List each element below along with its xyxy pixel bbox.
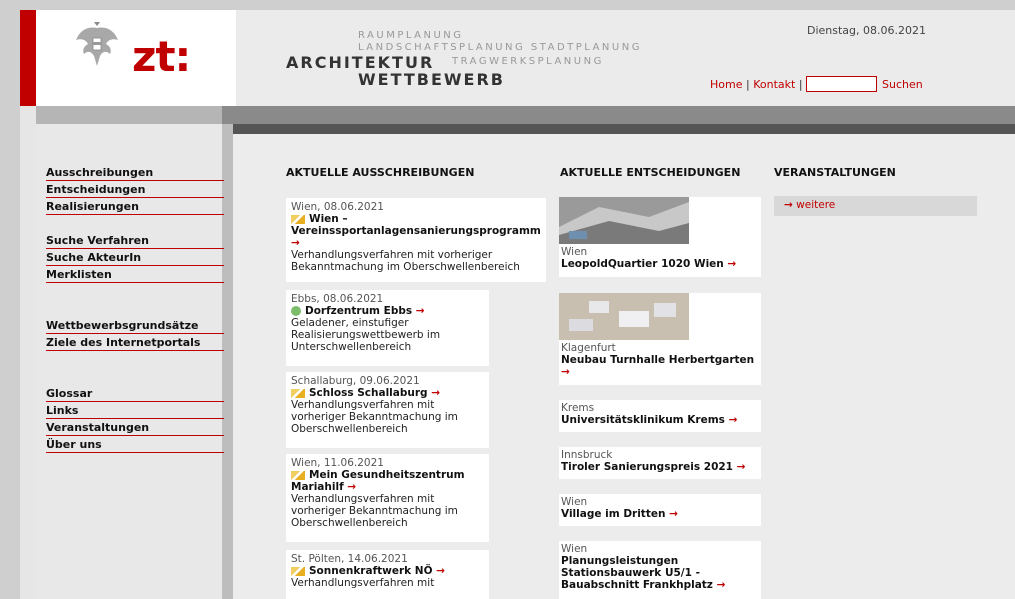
card-description: Verhandlungsverfahren mit vorheriger Bek… xyxy=(291,399,458,435)
card-title: Neubau Turnhalle Herbertgarten xyxy=(561,354,755,366)
entscheidungen-heading: AKTUELLE ENTSCHEIDUNGEN xyxy=(560,166,741,179)
arrow-icon: → xyxy=(716,579,726,591)
sidebar-item-suche-verfahren[interactable]: Suche Verfahren xyxy=(46,232,224,249)
header-raumplanung: RAUMPLANUNG xyxy=(358,30,464,41)
card-title: LeopoldQuartier 1020 Wien xyxy=(561,258,724,270)
veranstaltungen-weitere-link[interactable]: → weitere xyxy=(774,196,977,216)
search-button[interactable]: Suchen xyxy=(882,78,923,91)
arrow-icon: → xyxy=(436,565,445,577)
zt-logo-text: zt: xyxy=(132,32,191,81)
sidebar-item-ziele[interactable]: Ziele des Internetportals xyxy=(46,334,224,351)
entscheidung-card[interactable]: Wien LeopoldQuartier 1020 Wien → xyxy=(559,197,761,277)
card-title: Village im Dritten xyxy=(561,508,666,520)
sidebar-nav: Ausschreibungen Entscheidungen Realisier… xyxy=(46,164,224,453)
current-date: Dienstag, 08.06.2021 xyxy=(807,24,927,37)
pin-icon xyxy=(291,566,305,576)
ausschreibung-card[interactable]: St. Pölten, 14.06.2021 Sonnenkraftwerk N… xyxy=(286,550,489,599)
header-bar-left xyxy=(36,106,222,124)
arrow-icon: → xyxy=(415,305,425,317)
card-description: Geladener, einstufiger Realisierungswett… xyxy=(291,317,441,353)
sidebar-item-merklisten[interactable]: Merklisten xyxy=(46,266,224,283)
top-links: Home | Kontakt | xyxy=(710,78,803,91)
card-location: Wien xyxy=(561,246,588,258)
sidebar-item-ueber-uns[interactable]: Über uns xyxy=(46,436,224,453)
card-location: Wien xyxy=(561,543,588,555)
search-input[interactable] xyxy=(806,76,877,92)
card-location: Krems xyxy=(561,402,595,414)
entscheidung-card[interactable]: Wien Village im Dritten → xyxy=(559,494,761,526)
header-landschaftsplanung: LANDSCHAFTSPLANUNG STADTPLANUNG xyxy=(358,42,642,53)
arrow-icon: → xyxy=(784,199,793,211)
card-title: Dorfzentrum Ebbs xyxy=(305,305,413,317)
ausschreibung-card[interactable]: Schallaburg, 09.06.2021 Schloss Schallab… xyxy=(286,372,489,448)
card-title: Tiroler Sanierungspreis 2021 xyxy=(561,461,733,473)
weitere-label: weitere xyxy=(796,199,836,211)
arrow-icon: → xyxy=(727,258,737,270)
card-description: Verhandlungsverfahren mit vorheriger Bek… xyxy=(291,249,520,273)
header-tragwerksplanung: TRAGWERKSPLANUNG xyxy=(452,56,604,67)
card-location: Schallaburg, 09.06.2021 xyxy=(291,375,420,387)
header-wettbewerb: WETTBEWERB xyxy=(358,70,505,89)
arrow-icon: → xyxy=(728,414,738,426)
card-title: Mein Gesundheitszentrum Mariahilf xyxy=(291,469,465,493)
card-title: Wien – Vereinssportanlagensanierungsprog… xyxy=(291,213,541,237)
pin-icon xyxy=(291,214,305,224)
card-description: Verhandlungsverfahren mit vorheriger Bek… xyxy=(291,493,458,529)
entscheidung-card[interactable]: Klagenfurt Neubau Turnhalle Herbertgarte… xyxy=(559,293,761,385)
card-location: Ebbs, 08.06.2021 xyxy=(291,293,384,305)
sidebar-item-suche-akteurin[interactable]: Suche AkteurIn xyxy=(46,249,224,266)
content-top-bar xyxy=(233,124,1015,134)
veranstaltungen-heading: VERANSTALTUNGEN xyxy=(774,166,896,179)
logo[interactable]: zt: xyxy=(36,10,236,106)
ausschreibungen-heading: AKTUELLE AUSSCHREIBUNGEN xyxy=(286,166,475,179)
arrow-icon: → xyxy=(347,481,357,493)
sidebar-item-entscheidungen[interactable]: Entscheidungen xyxy=(46,181,224,198)
card-location: Wien, 08.06.2021 xyxy=(291,201,384,213)
sidebar-item-wettbewerbsgrundsaetze[interactable]: Wettbewerbsgrundsätze xyxy=(46,317,224,334)
arrow-icon: → xyxy=(291,237,300,249)
arrow-icon: → xyxy=(431,387,441,399)
ausschreibung-card[interactable]: Wien, 08.06.2021 Wien – Vereinssportanla… xyxy=(286,198,546,282)
arrow-icon: → xyxy=(561,366,570,378)
kontakt-link[interactable]: Kontakt xyxy=(753,78,795,91)
arrow-icon: → xyxy=(736,461,746,473)
sidebar-item-veranstaltungen[interactable]: Veranstaltungen xyxy=(46,419,224,436)
card-title: Universitätsklinikum Krems xyxy=(561,414,725,426)
arrow-icon: → xyxy=(669,508,678,520)
ausschreibung-card[interactable]: Wien, 11.06.2021 Mein Gesundheitszentrum… xyxy=(286,454,489,542)
eagle-icon xyxy=(76,22,118,66)
card-location: Klagenfurt xyxy=(561,342,616,354)
project-thumbnail xyxy=(559,293,689,340)
card-description: Verhandlungsverfahren mit xyxy=(291,577,435,589)
pin-icon xyxy=(291,470,305,480)
browser-page: zt: RAUMPLANUNG LANDSCHAFTSPLANUNG STADT… xyxy=(20,10,1015,599)
home-link[interactable]: Home xyxy=(710,78,742,91)
card-location: Innsbruck xyxy=(561,449,613,461)
entscheidung-card[interactable]: Wien Planungsleistungen Stationsbauwerk … xyxy=(559,541,761,599)
sidebar-item-glossar[interactable]: Glossar xyxy=(46,385,224,402)
card-title: Planungsleistungen Stationsbauwerk U5/1 … xyxy=(561,555,713,591)
pin-icon xyxy=(291,306,301,316)
card-location: Wien, 11.06.2021 xyxy=(291,457,384,469)
card-location: St. Pölten, 14.06.2021 xyxy=(291,553,408,565)
card-title: Sonnenkraftwerk NÖ xyxy=(309,565,433,577)
sidebar-item-realisierungen[interactable]: Realisierungen xyxy=(46,198,224,215)
sidebar-item-links[interactable]: Links xyxy=(46,402,224,419)
entscheidung-card[interactable]: Krems Universitätsklinikum Krems → xyxy=(559,400,761,432)
left-edge-strip xyxy=(20,106,36,599)
pin-icon xyxy=(291,388,305,398)
separator: | xyxy=(745,78,750,91)
card-title: Schloss Schallaburg xyxy=(309,387,428,399)
separator: | xyxy=(798,78,803,91)
card-location: Wien xyxy=(561,496,588,508)
entscheidung-card[interactable]: Innsbruck Tiroler Sanierungspreis 2021 → xyxy=(559,447,761,479)
sidebar-item-ausschreibungen[interactable]: Ausschreibungen xyxy=(46,164,224,181)
red-accent xyxy=(20,10,36,106)
ausschreibung-card[interactable]: Ebbs, 08.06.2021 Dorfzentrum Ebbs → Gela… xyxy=(286,290,489,366)
project-thumbnail xyxy=(559,197,689,244)
